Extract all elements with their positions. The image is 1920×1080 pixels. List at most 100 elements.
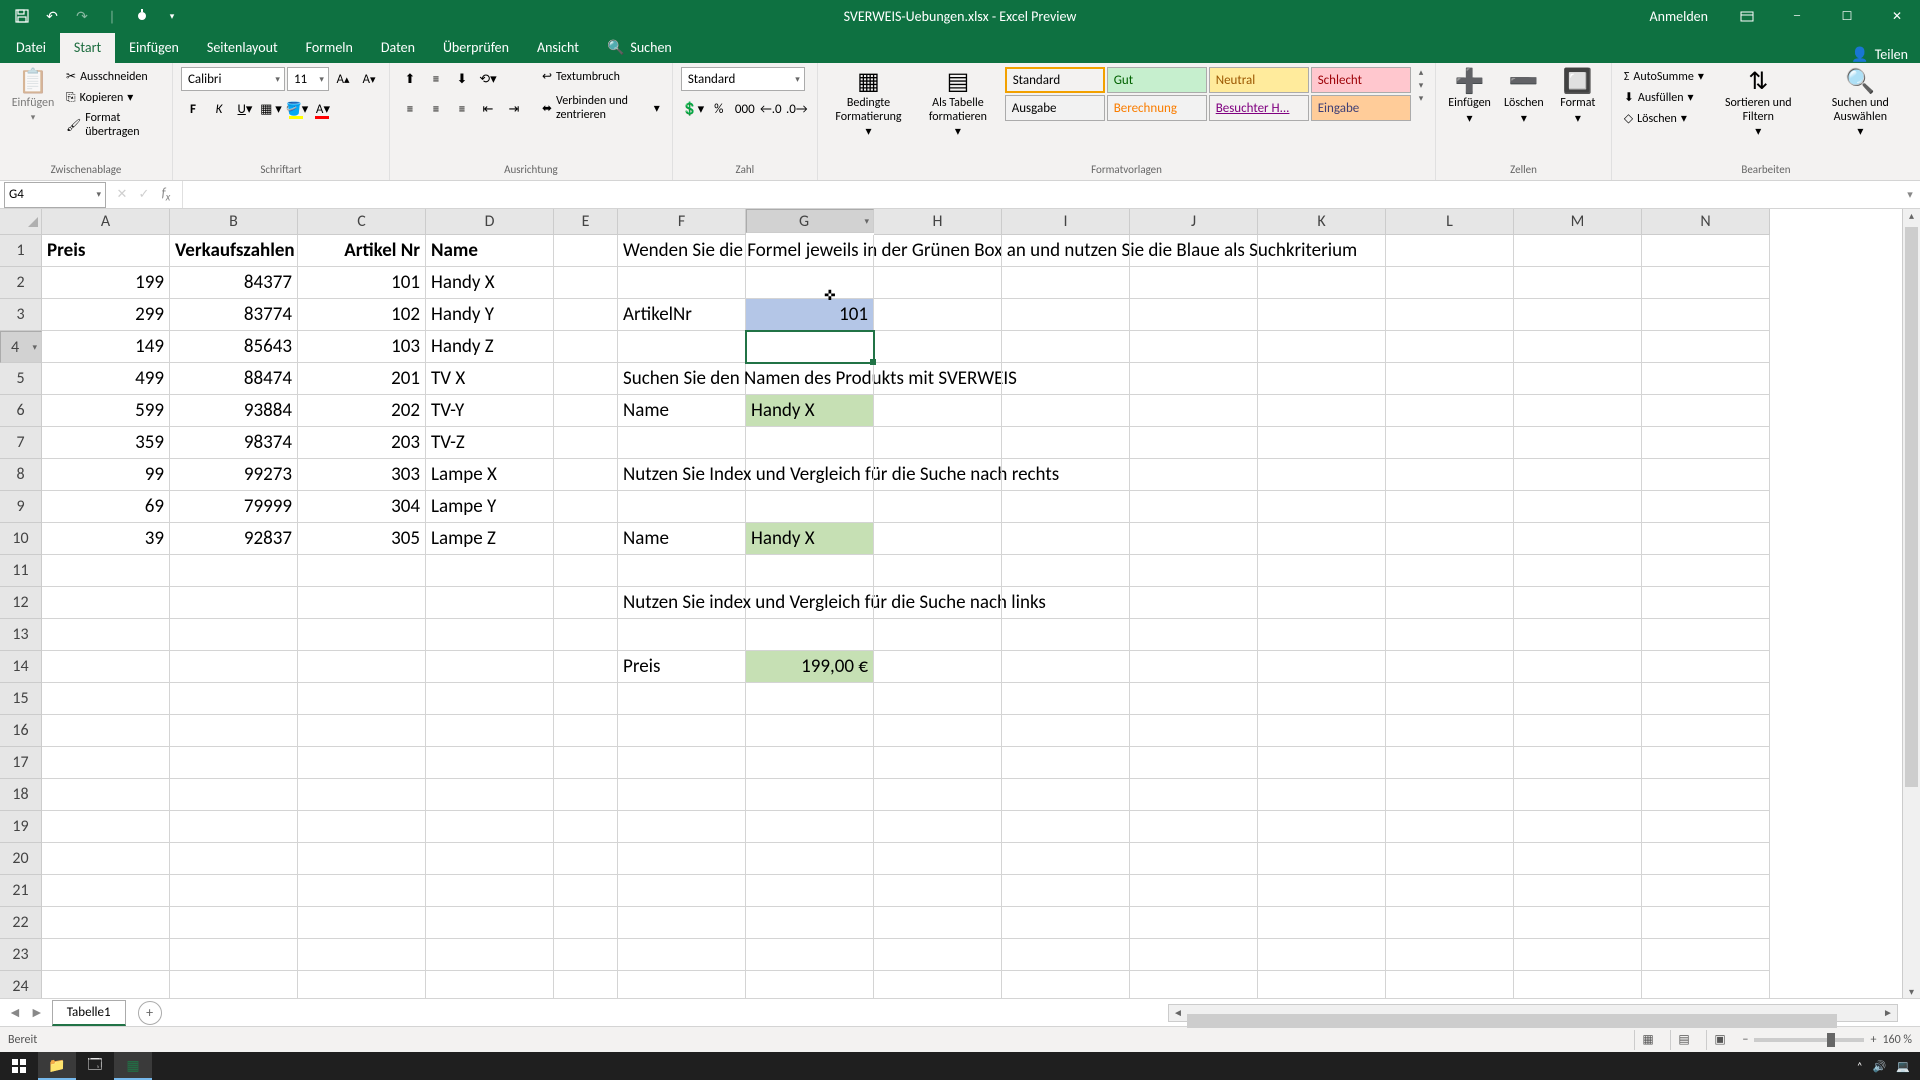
zoom-slider[interactable] [1754, 1038, 1864, 1042]
zoom-level[interactable]: 160 % [1882, 1033, 1912, 1047]
increase-decimal-button[interactable]: ←.0 [759, 97, 783, 121]
cell-B14[interactable] [170, 651, 298, 683]
style-visited[interactable]: Besuchter H... [1209, 95, 1309, 121]
row-header-4[interactable]: 4 [0, 331, 42, 363]
cell-L19[interactable] [1386, 811, 1514, 843]
cell-N7[interactable] [1642, 427, 1770, 459]
cell-J9[interactable] [1130, 491, 1258, 523]
cell-G4[interactable] [746, 331, 874, 363]
cell-F13[interactable] [618, 619, 746, 651]
cell-H9[interactable] [874, 491, 1002, 523]
cell-I13[interactable] [1002, 619, 1130, 651]
row-header-9[interactable]: 9 [0, 491, 42, 523]
cell-F3[interactable]: ArtikelNr [618, 299, 746, 331]
cell-L20[interactable] [1386, 843, 1514, 875]
cell-J21[interactable] [1130, 875, 1258, 907]
cell-G19[interactable] [746, 811, 874, 843]
cell-C22[interactable] [298, 907, 426, 939]
paste-button[interactable]: 📋 Einfügen▾ [8, 67, 58, 124]
cell-G7[interactable] [746, 427, 874, 459]
cell-B6[interactable]: 93884 [170, 395, 298, 427]
formula-input[interactable] [183, 181, 1900, 208]
cell-G21[interactable] [746, 875, 874, 907]
cell-A24[interactable] [42, 971, 170, 998]
font-size-select[interactable]: 11 [287, 67, 329, 91]
cell-D18[interactable] [426, 779, 554, 811]
conditional-formatting-button[interactable]: ▦Bedingte Formatierung▾ [826, 67, 911, 141]
cell-D19[interactable] [426, 811, 554, 843]
percent-button[interactable]: % [707, 97, 731, 121]
cell-C21[interactable] [298, 875, 426, 907]
cell-J20[interactable] [1130, 843, 1258, 875]
border-button[interactable]: ▦ ▾ [259, 97, 283, 121]
cell-H17[interactable] [874, 747, 1002, 779]
row-header-2[interactable]: 2 [0, 267, 42, 299]
find-select-button[interactable]: 🔍Suchen und Auswählen▾ [1809, 67, 1912, 141]
share-button[interactable]: Teilen [1875, 46, 1908, 63]
cell-I21[interactable] [1002, 875, 1130, 907]
cell-M22[interactable] [1514, 907, 1642, 939]
ribbon-display-button[interactable] [1724, 0, 1770, 32]
style-bad[interactable]: Schlecht [1311, 67, 1411, 93]
tab-data[interactable]: Daten [367, 33, 429, 63]
view-page-break-button[interactable]: ▣ [1706, 1030, 1732, 1050]
format-cells-button[interactable]: 🔲Format▾ [1553, 67, 1603, 128]
cell-F23[interactable] [618, 939, 746, 971]
cell-C2[interactable]: 101 [298, 267, 426, 299]
cell-B18[interactable] [170, 779, 298, 811]
style-calc[interactable]: Berechnung [1107, 95, 1207, 121]
style-output[interactable]: Ausgabe [1005, 95, 1105, 121]
style-good[interactable]: Gut [1107, 67, 1207, 93]
cell-L10[interactable] [1386, 523, 1514, 555]
cell-N1[interactable] [1642, 235, 1770, 267]
cell-C4[interactable]: 103 [298, 331, 426, 363]
number-format-select[interactable]: Standard [681, 67, 805, 91]
cell-E16[interactable] [554, 715, 618, 747]
cell-A10[interactable]: 39 [42, 523, 170, 555]
cell-F11[interactable] [618, 555, 746, 587]
cell-C9[interactable]: 304 [298, 491, 426, 523]
cell-H2[interactable] [874, 267, 1002, 299]
cell-H1[interactable] [874, 235, 1002, 267]
cell-A14[interactable] [42, 651, 170, 683]
touch-mode-button[interactable] [128, 2, 156, 30]
cell-F22[interactable] [618, 907, 746, 939]
cell-B7[interactable]: 98374 [170, 427, 298, 459]
cell-I6[interactable] [1002, 395, 1130, 427]
row-header-20[interactable]: 20 [0, 843, 42, 875]
merge-center-button[interactable]: ⬌Verbinden und zentrieren ▾ [538, 92, 664, 124]
cell-E18[interactable] [554, 779, 618, 811]
add-sheet-button[interactable]: + [138, 1001, 162, 1025]
cell-B23[interactable] [170, 939, 298, 971]
align-bottom-button[interactable]: ⬇ [450, 67, 474, 91]
cell-B24[interactable] [170, 971, 298, 998]
cell-C5[interactable]: 201 [298, 363, 426, 395]
cell-L1[interactable] [1386, 235, 1514, 267]
view-normal-button[interactable]: ▦ [1634, 1030, 1660, 1050]
row-header-15[interactable]: 15 [0, 683, 42, 715]
cell-N21[interactable] [1642, 875, 1770, 907]
cell-F12[interactable]: Nutzen Sie index und Vergleich für die S… [618, 587, 746, 619]
shrink-font-button[interactable]: A▾ [357, 67, 381, 91]
cell-M9[interactable] [1514, 491, 1642, 523]
cell-N16[interactable] [1642, 715, 1770, 747]
cell-L11[interactable] [1386, 555, 1514, 587]
cell-M17[interactable] [1514, 747, 1642, 779]
cell-K17[interactable] [1258, 747, 1386, 779]
cell-A7[interactable]: 359 [42, 427, 170, 459]
cell-B4[interactable]: 85643 [170, 331, 298, 363]
delete-cells-button[interactable]: ➖Löschen▾ [1499, 67, 1549, 128]
cell-F21[interactable] [618, 875, 746, 907]
vertical-scrollbar[interactable]: ▴ ▾ [1902, 209, 1920, 998]
cell-I19[interactable] [1002, 811, 1130, 843]
cell-C8[interactable]: 303 [298, 459, 426, 491]
cell-A23[interactable] [42, 939, 170, 971]
cell-N3[interactable] [1642, 299, 1770, 331]
cell-J12[interactable] [1130, 587, 1258, 619]
cell-E1[interactable] [554, 235, 618, 267]
cell-K21[interactable] [1258, 875, 1386, 907]
cell-E14[interactable] [554, 651, 618, 683]
sheet-tab[interactable]: Tabelle1 [52, 1000, 126, 1026]
cell-J3[interactable] [1130, 299, 1258, 331]
cell-K3[interactable] [1258, 299, 1386, 331]
